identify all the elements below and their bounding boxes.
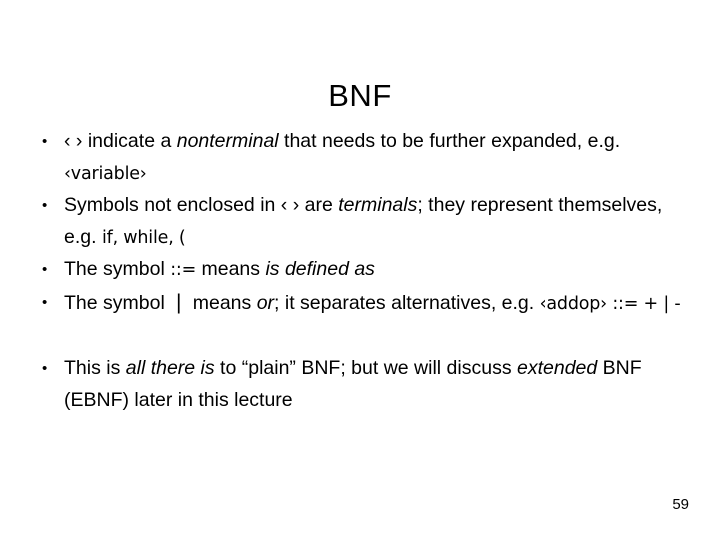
- page-number: 59: [672, 496, 689, 513]
- grammar-literal: ::=: [170, 260, 197, 280]
- bullet-text: This is all there is to “plain” BNF; but…: [64, 353, 687, 416]
- bullet-text: The symbol | means or; it separates alte…: [64, 287, 687, 321]
- page-title: BNF: [328, 77, 392, 113]
- grammar-literal: ‹variable›: [64, 163, 147, 184]
- slide: BNF ‹ › indicate a nonterminal that need…: [0, 0, 720, 540]
- body-text: ; it separates alternatives, e.g.: [274, 291, 540, 314]
- body-text: that needs to be further expanded, e.g.: [278, 130, 621, 152]
- emphasis-text: all there is: [125, 357, 215, 379]
- angle-bracket-pair: ‹ ›: [64, 130, 88, 152]
- body-text: indicate a: [87, 130, 177, 152]
- bullet-text: The symbol ::= means is defined as: [64, 254, 687, 287]
- body-text: The symbol: [64, 258, 171, 280]
- emphasis-text: nonterminal: [176, 130, 279, 152]
- body-text: are: [304, 194, 339, 216]
- bullet-list: ‹ › indicate a nonterminal that needs to…: [33, 126, 687, 416]
- emphasis-text: is defined as: [265, 258, 375, 280]
- emphasis-text: extended: [517, 357, 598, 379]
- grammar-literal: if, while, (: [101, 227, 186, 248]
- body-text: to “plain” BNF; but we will discuss: [214, 357, 517, 379]
- slide-body: ‹ › indicate a nonterminal that needs to…: [33, 126, 687, 416]
- emphasis-text: or: [256, 291, 275, 314]
- body-text: This is: [64, 357, 126, 379]
- bullet-terminals: Symbols not enclosed in ‹ › are terminal…: [33, 190, 687, 254]
- emphasis-text: terminals: [338, 194, 418, 216]
- bullet-is-defined-as: The symbol ::= means is defined as: [33, 254, 687, 287]
- angle-bracket-pair: ‹ ›: [280, 194, 305, 216]
- grammar-literal: ‹addop› ::= + | -: [539, 293, 681, 314]
- bullet-text: ‹ › indicate a nonterminal that needs to…: [64, 126, 687, 190]
- body-text: Symbols not enclosed in: [64, 194, 281, 216]
- bullet-plain-vs-extended: This is all there is to “plain” BNF; but…: [33, 353, 687, 416]
- body-text: means: [196, 258, 266, 280]
- alternation-bar: |: [170, 290, 188, 314]
- bullet-text: Symbols not enclosed in ‹ › are terminal…: [64, 190, 687, 254]
- body-text: The symbol: [64, 291, 171, 314]
- bullet-or-alternatives: The symbol | means or; it separates alte…: [33, 287, 687, 321]
- body-text: means: [187, 291, 257, 314]
- bullet-angle-brackets: ‹ › indicate a nonterminal that needs to…: [33, 126, 687, 190]
